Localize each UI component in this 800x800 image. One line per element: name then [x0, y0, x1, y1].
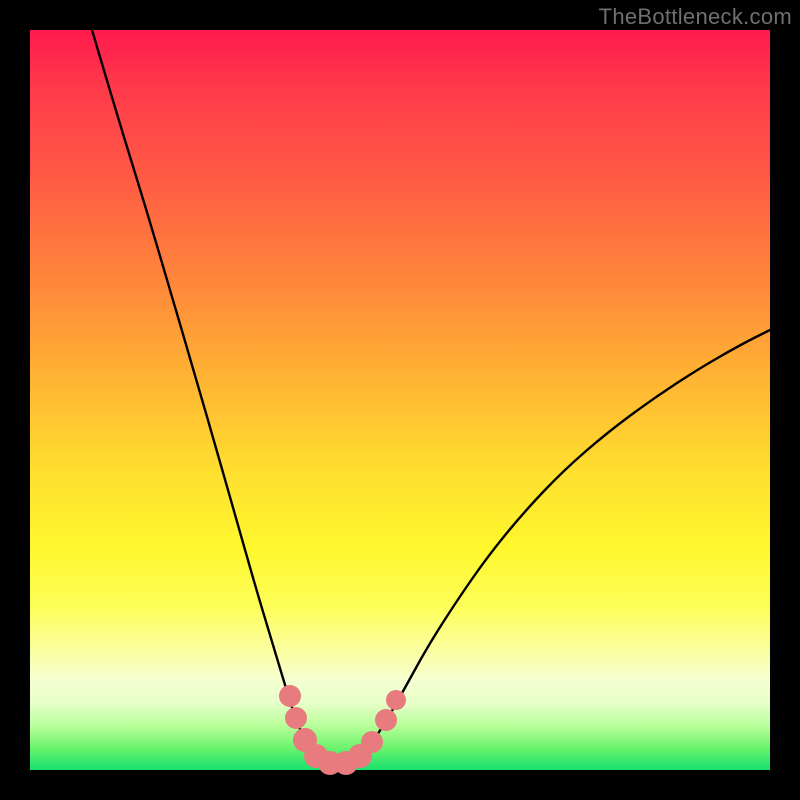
bottleneck-markers — [279, 685, 406, 775]
marker-dot — [386, 690, 406, 710]
chart-svg — [30, 30, 770, 770]
marker-dot — [375, 709, 397, 731]
marker-dot — [279, 685, 301, 707]
chart-frame: TheBottleneck.com — [0, 0, 800, 800]
marker-dot — [285, 707, 307, 729]
watermark-text: TheBottleneck.com — [599, 4, 792, 30]
marker-dot — [361, 731, 383, 753]
plot-area — [30, 30, 770, 770]
left-curve — [92, 30, 338, 765]
